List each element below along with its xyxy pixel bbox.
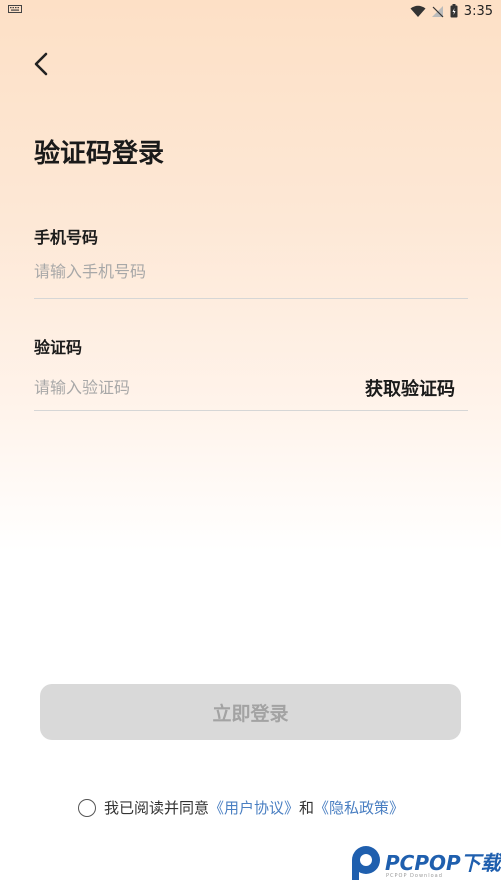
code-label: 验证码 [34,338,83,357]
keyboard-icon [8,5,22,13]
watermark-sub: PCPOP Download [386,873,443,879]
signal-icon [431,5,444,17]
back-arrow-icon[interactable] [28,50,56,78]
phone-divider [34,298,468,299]
pcpop-logo-icon [352,846,380,880]
phone-label: 手机号码 [34,228,99,247]
agreement-conjunction: 和 [299,799,315,817]
watermark: PCPOP下载 PCPOP Download [348,845,501,881]
agreement-prefix: 我已阅读并同意 [104,799,210,817]
code-input[interactable] [34,372,334,402]
status-bar: 3:35 [0,0,501,22]
privacy-policy-link[interactable]: 《隐私政策》 [314,797,404,818]
battery-icon [450,4,458,18]
login-button[interactable]: 立即登录 [40,684,461,740]
agreement-radio[interactable] [78,798,96,817]
agreement-row: 我已阅读并同意 《用户协议》 和 《隐私政策》 [78,797,404,818]
user-agreement-link[interactable]: 《用户协议》 [209,797,299,818]
wifi-icon [410,5,426,17]
get-code-button[interactable]: 获取验证码 [365,375,455,401]
watermark-brand: PCPOP下载 [385,851,501,875]
phone-input[interactable] [34,256,334,286]
code-divider [34,410,468,411]
page-title: 验证码登录 [34,139,165,169]
status-time: 3:35 [463,3,493,19]
